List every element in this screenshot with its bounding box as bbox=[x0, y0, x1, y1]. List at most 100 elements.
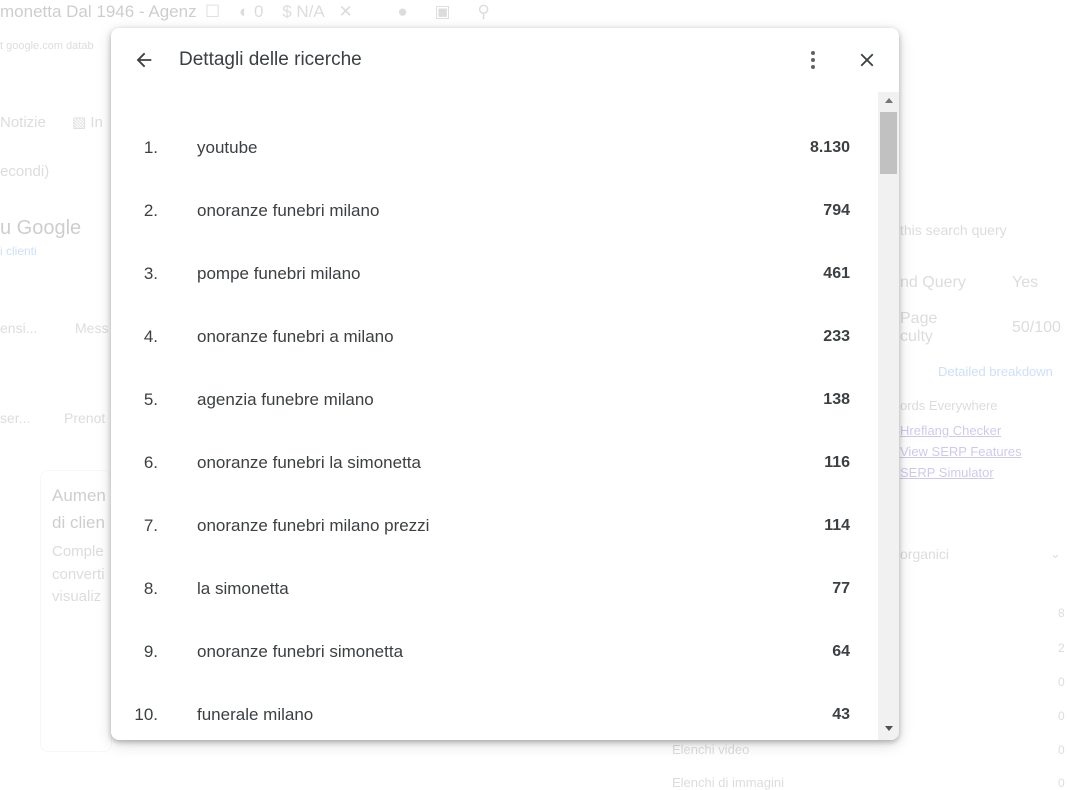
bg-brand-query-value: Yes bbox=[1012, 274, 1039, 291]
bg-elenchi-immagini: Elenchi di immagini bbox=[672, 775, 784, 790]
scrollbar[interactable] bbox=[878, 92, 899, 740]
bg-image-icon: ▧ bbox=[72, 114, 87, 131]
rank-number: 4. bbox=[143, 327, 158, 346]
rank-number: 7. bbox=[143, 516, 158, 535]
query-count: 8.130 bbox=[809, 139, 850, 156]
bg-business-subheading: i clienti bbox=[0, 244, 37, 258]
bg-rating: N/A bbox=[296, 2, 324, 21]
bg-checkbox-icon: ☐ bbox=[205, 2, 221, 21]
bg-action-messages: Mess bbox=[75, 320, 109, 336]
bg-tab-notizie: Notizie ▧ In bbox=[0, 113, 103, 131]
bg-side-number: 8 bbox=[1058, 606, 1065, 620]
bg-hreflang-link: Hreflang Checker bbox=[900, 423, 1002, 438]
bg-url: t google.com datab bbox=[0, 40, 94, 52]
list-item[interactable]: 4. onoranze funebri a milano 233 bbox=[111, 322, 878, 352]
rank-number: 1. bbox=[143, 138, 158, 157]
bg-tab-notizie-label: Notizie bbox=[0, 114, 46, 131]
query-count: 794 bbox=[823, 202, 850, 219]
list-item[interactable]: 10. funerale milano 43 bbox=[111, 700, 878, 730]
query-count: 43 bbox=[832, 706, 850, 723]
search-queries-list[interactable]: 1. youtube 8.130 2. onoranze funebri mil… bbox=[111, 92, 878, 740]
bg-card-title-2: di clien bbox=[52, 513, 105, 532]
bg-this-search-query: this search query bbox=[900, 222, 1007, 238]
bg-flag-icon: ◐ bbox=[238, 2, 250, 21]
query-text: la simonetta bbox=[197, 579, 289, 598]
bg-chevron-down-icon: ⌄ bbox=[1050, 546, 1061, 561]
bg-card-text: Comple bbox=[52, 543, 104, 560]
query-count: 233 bbox=[823, 328, 850, 345]
rank-number: 8. bbox=[143, 579, 158, 598]
bg-page-title: monetta Dal 1946 - Agenz bbox=[0, 2, 197, 21]
bg-result-stats: econdi) bbox=[0, 163, 50, 180]
list-item[interactable]: 9. onoranze funebri simonetta 64 bbox=[111, 637, 878, 667]
bg-side-number: 0 bbox=[1058, 743, 1065, 757]
bg-action-services: ser... bbox=[0, 410, 31, 426]
rank-number: 9. bbox=[143, 642, 158, 661]
bg-tab-images-label: In bbox=[90, 114, 103, 131]
bg-side-number: 0 bbox=[1058, 709, 1065, 723]
bg-camera-icon: ▣ bbox=[434, 2, 451, 21]
bg-difficulty-label: Page bbox=[900, 310, 938, 327]
query-text: onoranze funebri simonetta bbox=[197, 642, 404, 661]
bg-card-text-3: visualiz bbox=[52, 588, 102, 605]
query-text: pompe funebri milano bbox=[197, 264, 361, 283]
query-count: 114 bbox=[824, 517, 850, 534]
bg-action-bookings: Prenot bbox=[64, 410, 106, 426]
rank-number: 2. bbox=[143, 201, 158, 220]
bg-clear-icon: ✕ bbox=[338, 2, 353, 21]
arrow-back-icon bbox=[136, 52, 152, 68]
query-text: onoranze funebri a milano bbox=[197, 327, 394, 346]
bg-serp-simulator-link: SERP Simulator bbox=[900, 465, 994, 480]
close-button[interactable] bbox=[851, 44, 883, 76]
close-icon bbox=[860, 53, 874, 67]
bg-mic-icon: ● bbox=[397, 2, 408, 21]
bg-brand-query-label: nd Query bbox=[900, 274, 966, 291]
scrollbar-thumb[interactable] bbox=[880, 112, 897, 174]
query-count: 77 bbox=[832, 580, 850, 597]
list-item[interactable]: 5. agenzia funebre milano 138 bbox=[111, 385, 878, 415]
rank-number: 5. bbox=[143, 390, 158, 409]
query-count: 64 bbox=[832, 643, 850, 660]
query-count: 461 bbox=[823, 265, 850, 282]
bg-difficulty-label-2: culty bbox=[900, 328, 933, 345]
bg-keywords-everywhere: ords Everywhere bbox=[900, 398, 998, 413]
bg-organici-select: organici bbox=[900, 546, 950, 562]
query-count: 138 bbox=[823, 391, 850, 408]
bg-dollar-icon: $ bbox=[282, 2, 292, 21]
query-text: onoranze funebri la simonetta bbox=[197, 453, 421, 472]
search-details-dialog: Dettagli delle ricerche 1. youtube 8.130… bbox=[111, 28, 899, 740]
back-button[interactable] bbox=[128, 44, 160, 76]
query-text: agenzia funebre milano bbox=[197, 390, 374, 409]
list-item[interactable]: 2. onoranze funebri milano 794 bbox=[111, 196, 878, 226]
bg-toolbar-icons: ☐ ◐ 0 $ N/A ✕ ● ▣ ⚲ bbox=[205, 2, 490, 22]
bg-side-number: 0 bbox=[1058, 776, 1065, 790]
rank-number: 6. bbox=[143, 453, 158, 472]
bg-side-number: 2 bbox=[1058, 641, 1065, 655]
query-text: youtube bbox=[197, 138, 258, 157]
more-vert-icon bbox=[811, 51, 815, 69]
list-item[interactable]: 8. la simonetta 77 bbox=[111, 574, 878, 604]
list-item[interactable]: 6. onoranze funebri la simonetta 116 bbox=[111, 448, 878, 478]
more-options-button[interactable] bbox=[797, 44, 829, 76]
rank-number: 3. bbox=[143, 264, 158, 283]
bg-detailed-breakdown: Detailed breakdown bbox=[938, 364, 1053, 379]
query-text: funerale milano bbox=[197, 705, 314, 724]
scroll-down-arrow-icon[interactable] bbox=[885, 726, 893, 731]
query-text: onoranze funebri milano prezzi bbox=[197, 516, 430, 535]
bg-serp-features-link: View SERP Features bbox=[900, 444, 1022, 459]
bg-card-title: Aumen bbox=[52, 486, 106, 505]
bg-elenchi-video: Elenchi video bbox=[672, 742, 750, 757]
bg-action-reviews: ensi... bbox=[0, 320, 38, 336]
list-item[interactable]: 7. onoranze funebri milano prezzi 114 bbox=[111, 511, 878, 541]
bg-side-number: 0 bbox=[1058, 675, 1065, 689]
scroll-up-arrow-icon[interactable] bbox=[885, 98, 893, 103]
query-count: 116 bbox=[824, 454, 850, 471]
bg-search-icon: ⚲ bbox=[477, 2, 490, 21]
dialog-title: Dettagli delle ricerche bbox=[179, 49, 362, 70]
bg-business-heading: u Google bbox=[0, 217, 82, 239]
list-item[interactable]: 3. pompe funebri milano 461 bbox=[111, 259, 878, 289]
list-item[interactable]: 1. youtube 8.130 bbox=[111, 133, 878, 163]
bg-card-text-2: converti bbox=[52, 566, 105, 583]
rank-number: 10. bbox=[134, 705, 158, 724]
bg-difficulty-value: 50/100 bbox=[1012, 319, 1061, 336]
